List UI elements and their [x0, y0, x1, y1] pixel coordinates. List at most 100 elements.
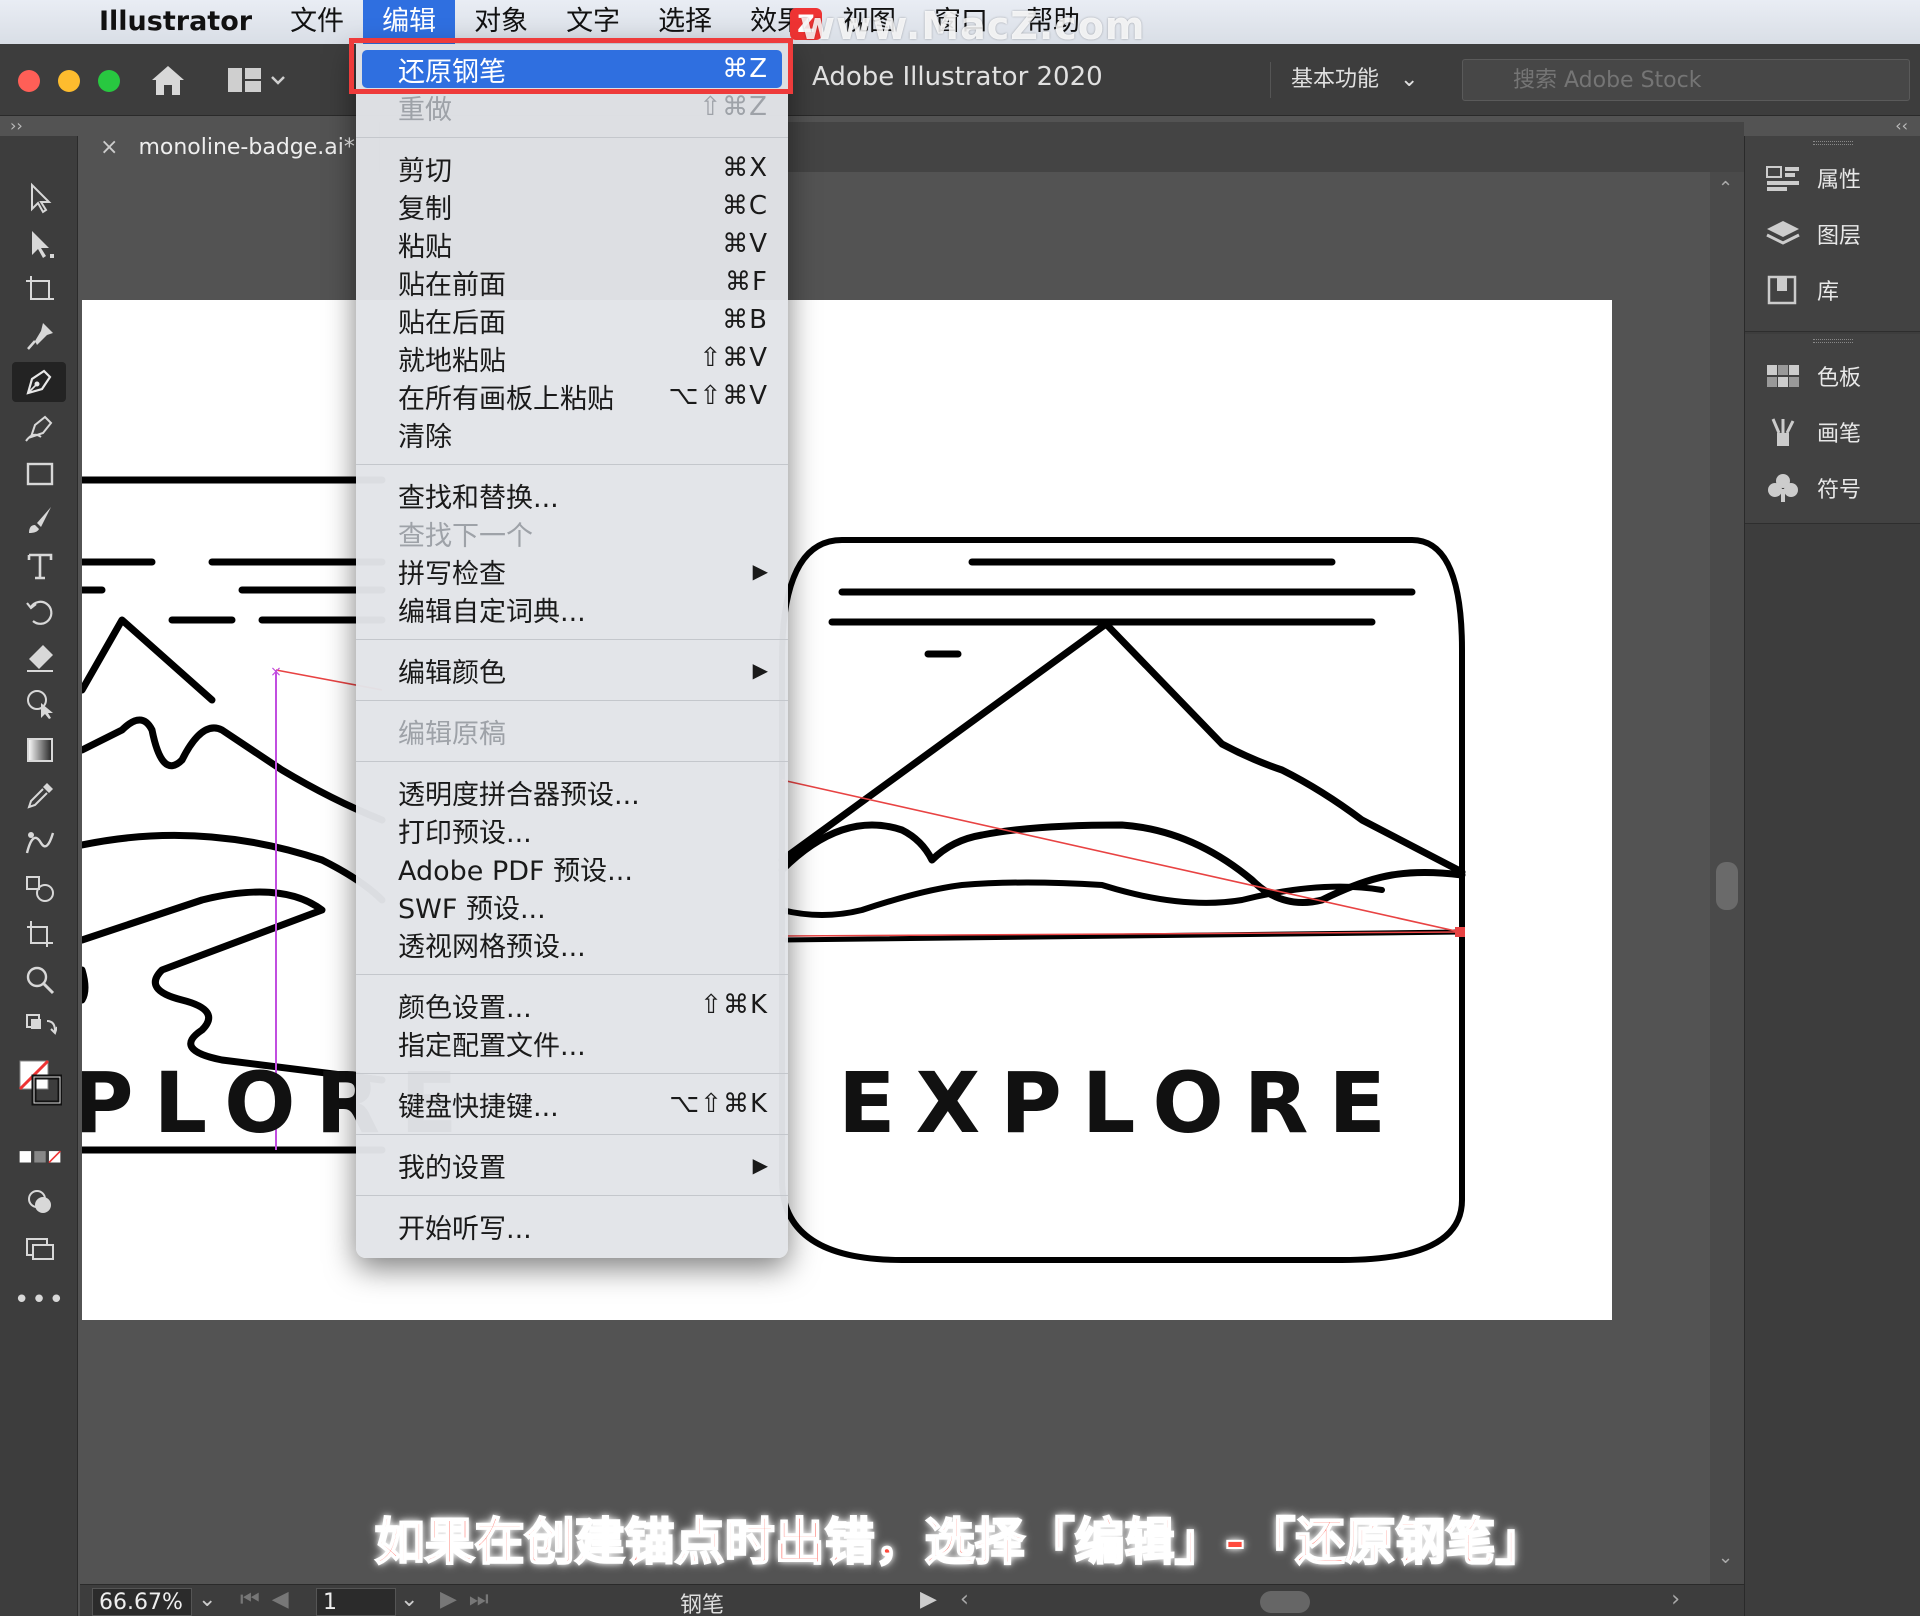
app-bar: Adobe Illustrator 2020 基本功能 ⌄	[0, 44, 1920, 116]
panel-swatches[interactable]: 色板	[1745, 348, 1920, 404]
color-mode-icon[interactable]	[18, 1136, 62, 1176]
menu-item[interactable]: 查找和替换...	[356, 476, 788, 514]
pen-tool-icon[interactable]	[12, 362, 66, 402]
fill-stroke-swatch-icon[interactable]	[18, 1056, 62, 1116]
screen-mode-icon[interactable]	[18, 1228, 62, 1268]
horizontal-scrollbar[interactable]: ‹ ›	[960, 1587, 1680, 1613]
home-icon[interactable]	[148, 62, 188, 98]
menu-item[interactable]: 编辑自定词典...	[356, 590, 788, 628]
rotate-tool-icon[interactable]	[18, 592, 62, 632]
menu-item[interactable]: 打印预设...	[356, 811, 788, 849]
status-menu-arrow-icon[interactable]: ▶	[920, 1587, 937, 1612]
menu-item[interactable]: 就地粘贴 ⇧⌘V	[356, 339, 788, 377]
menu-item-label: 指定配置文件...	[398, 1030, 586, 1062]
menu-item[interactable]: SWF 预设...	[356, 887, 788, 925]
gradient-tool-icon[interactable]	[18, 730, 62, 770]
drawing-mode-icon[interactable]	[18, 1182, 62, 1222]
menu-item[interactable]: 复制 ⌘C	[356, 187, 788, 225]
canvas-area[interactable]: × PLORE EXPLORE	[80, 172, 1744, 1584]
menu-item-label: 编辑原稿	[398, 718, 506, 750]
menu-item-label: 透明度拼合器预设...	[398, 779, 640, 811]
scroll-up-icon[interactable]: ⌃	[1718, 178, 1733, 199]
horizontal-scroll-thumb[interactable]	[1260, 1591, 1310, 1613]
menu-object[interactable]: 对象	[455, 0, 547, 44]
menu-item[interactable]: 清除	[356, 415, 788, 453]
direct-selection-tool-icon[interactable]	[18, 224, 62, 264]
artboard-number-field[interactable]	[316, 1588, 396, 1616]
collapse-panels-icon[interactable]: ‹‹	[1895, 116, 1908, 135]
document-tab[interactable]: × monoline-badge.ai*	[80, 122, 380, 172]
menu-item[interactable]: 贴在后面 ⌘B	[356, 301, 788, 339]
vertical-scrollbar[interactable]: ⌃ ⌄	[1710, 172, 1744, 1584]
slice-tool-icon[interactable]	[18, 914, 62, 954]
symbol-sprayer-tool-icon[interactable]	[18, 868, 62, 908]
menu-item-shortcut: ⌘Z	[722, 54, 768, 84]
adobe-stock-search-input[interactable]	[1462, 59, 1910, 101]
menu-item[interactable]: 键盘快捷键... ⌥⇧⌘K	[356, 1085, 788, 1123]
scroll-left-icon[interactable]: ‹	[960, 1587, 969, 1612]
menu-item[interactable]: 透明度拼合器预设...	[356, 773, 788, 811]
menu-type[interactable]: 文字	[547, 0, 639, 44]
paintbrush-tool-icon[interactable]	[18, 500, 62, 540]
edit-toolbar-icon[interactable]: •••	[14, 1280, 64, 1320]
minimize-window-button[interactable]	[58, 70, 80, 92]
panel-grip[interactable]	[1745, 136, 1920, 150]
menu-item[interactable]: 贴在前面 ⌘F	[356, 263, 788, 301]
menu-item[interactable]: 拼写检查 ▶	[356, 552, 788, 590]
type-tool-icon[interactable]	[18, 546, 62, 586]
menu-select[interactable]: 选择	[639, 0, 731, 44]
selection-tool-icon[interactable]	[18, 178, 62, 218]
menu-edit[interactable]: 编辑	[363, 0, 456, 44]
zoom-level-field[interactable]	[92, 1588, 192, 1616]
menu-item[interactable]: 透视网格预设...	[356, 925, 788, 963]
close-icon[interactable]: ×	[100, 135, 118, 160]
expand-tools-icon[interactable]: ››	[10, 116, 23, 135]
eyedropper-tool-icon[interactable]	[18, 776, 62, 816]
artboard[interactable]: × PLORE EXPLORE	[82, 300, 1612, 1320]
panel-properties[interactable]: 属性	[1745, 150, 1920, 206]
menu-item[interactable]: 我的设置 ▶	[356, 1146, 788, 1184]
menu-item[interactable]: 指定配置文件...	[356, 1024, 788, 1062]
arrange-documents-icon[interactable]	[228, 66, 288, 96]
menu-item-shortcut: ⌘F	[725, 267, 768, 297]
artboard-nav-prev-icon[interactable]: ⏮◀	[240, 1587, 301, 1612]
menu-separator	[356, 1134, 788, 1135]
submenu-arrow-icon: ▶	[752, 658, 768, 682]
menu-item[interactable]: 剪切 ⌘X	[356, 149, 788, 187]
chevron-down-icon[interactable]: ⌄	[198, 1587, 216, 1612]
panel-layers[interactable]: 图层	[1745, 206, 1920, 262]
menu-item[interactable]: 颜色设置... ⇧⌘K	[356, 986, 788, 1024]
artboard-tool-icon[interactable]	[18, 270, 62, 310]
zoom-window-button[interactable]	[98, 70, 120, 92]
zoom-tool-icon[interactable]	[18, 960, 62, 1000]
shape-builder-tool-icon[interactable]	[18, 684, 62, 724]
rectangle-tool-icon[interactable]	[18, 454, 62, 494]
eraser-tool-icon[interactable]	[18, 638, 62, 678]
panel-symbols[interactable]: 符号	[1745, 460, 1920, 516]
swap-fill-stroke-icon[interactable]	[18, 1008, 62, 1048]
panel-brushes[interactable]: 画笔	[1745, 404, 1920, 460]
menu-item[interactable]: 还原钢笔 ⌘Z	[362, 50, 782, 88]
vertical-scroll-thumb[interactable]	[1716, 862, 1738, 910]
close-window-button[interactable]	[18, 70, 40, 92]
panel-libraries[interactable]: 库	[1745, 262, 1920, 318]
artboard-nav-next-icon[interactable]: ▶⏭	[440, 1587, 501, 1612]
chevron-down-icon[interactable]: ⌄	[400, 1587, 418, 1612]
menu-item[interactable]: 在所有画板上粘贴 ⌥⇧⌘V	[356, 377, 788, 415]
properties-icon	[1766, 166, 1799, 191]
menu-item-label: 我的设置	[398, 1152, 506, 1184]
menu-item[interactable]: 编辑颜色 ▶	[356, 651, 788, 689]
current-tool-status[interactable]: 钢笔	[680, 1587, 724, 1616]
menu-file[interactable]: 文件	[271, 0, 363, 44]
puppet-warp-tool-icon[interactable]	[18, 316, 62, 356]
curvature-tool-icon[interactable]	[18, 408, 62, 448]
menu-item[interactable]: 开始听写...	[356, 1207, 788, 1245]
menu-app-name[interactable]: Illustrator	[80, 0, 271, 44]
scroll-right-icon[interactable]: ›	[1671, 1587, 1680, 1612]
blend-tool-icon[interactable]	[18, 822, 62, 862]
workspace-switcher[interactable]: 基本功能 ⌄	[1270, 62, 1438, 98]
menu-item-label: 查找下一个	[398, 520, 533, 552]
menu-item[interactable]: Adobe PDF 预设...	[356, 849, 788, 887]
panel-grip[interactable]	[1745, 334, 1920, 348]
menu-item[interactable]: 粘贴 ⌘V	[356, 225, 788, 263]
